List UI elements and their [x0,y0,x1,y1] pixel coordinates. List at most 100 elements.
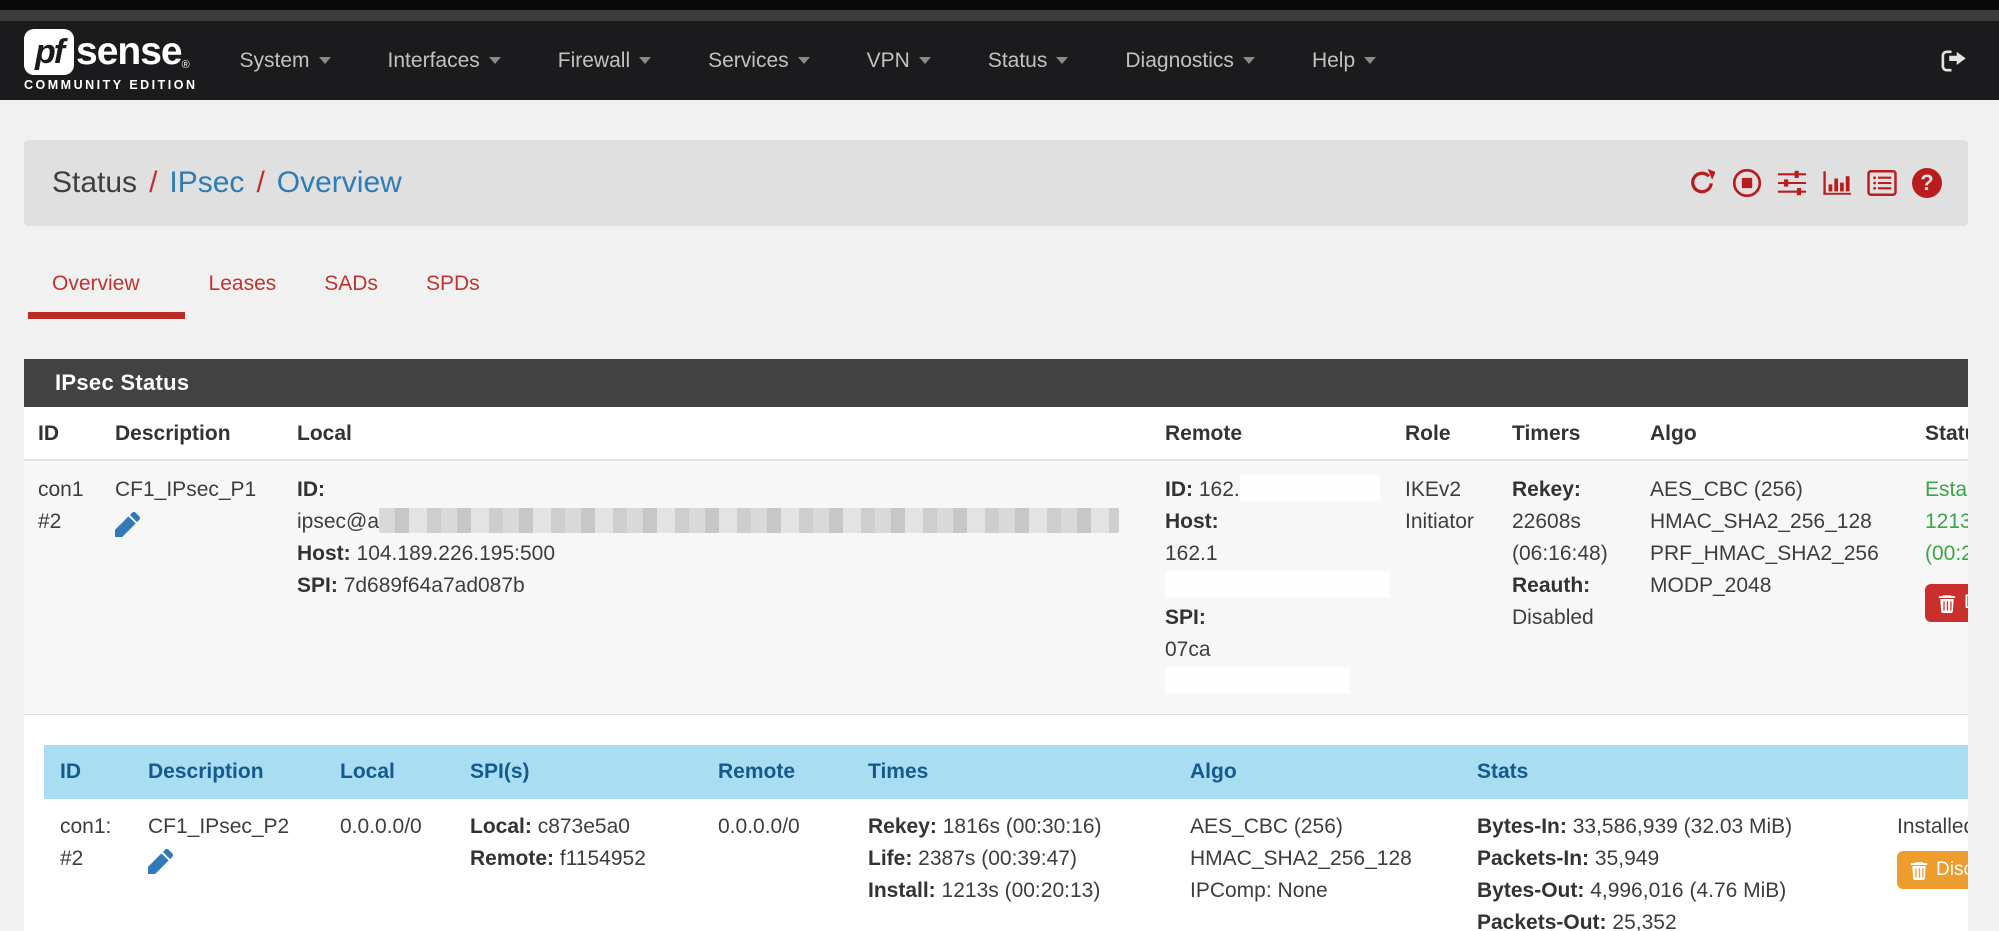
remote-host-value: 162.1 [1165,542,1218,565]
logo-tagline: COMMUNITY EDITION [24,78,198,92]
redacted-blur [379,508,1119,533]
conn-index: #2 [60,843,128,875]
breadcrumb-link-ipsec[interactable]: IPsec [169,166,244,200]
algo-hash: HMAC_SHA2_256_128 [1650,506,1905,538]
menu-help[interactable]: Help [1312,49,1376,73]
cell-description: CF1_IPsec_P2 [138,799,330,931]
menu-firewall[interactable]: Firewall [558,49,651,73]
redacted-blur [1240,475,1380,502]
window-sub-strip [0,10,1999,21]
list-box-icon[interactable] [1867,168,1897,198]
status-tabs: Overview Leases SADs SPDs [24,262,1968,319]
window-top-strip [0,0,1999,10]
remote-id-value: 162. [1199,478,1240,501]
breadcrumb-separator: / [256,166,264,200]
time-label: Life: [868,847,912,870]
menu-system[interactable]: System [240,49,331,73]
cell-role: IKEv2 Initiator [1395,460,1502,715]
cell-times: Rekey: 1816s (00:30:16) Life: 2387s (00:… [858,799,1180,931]
cell-status: Establ 1213 s (00:20 Dis [1915,460,1968,715]
cell-algo: AES_CBC (256) HMAC_SHA2_256_128 IPComp: … [1180,799,1467,931]
disconnect-p2-button[interactable]: Disco [1897,851,1968,889]
col-stats: Stats [1467,745,1887,799]
stop-icon[interactable] [1732,168,1762,198]
cell-status: Installed Disco [1887,799,1968,931]
local-id-value: ipsec@a [297,510,379,533]
bar-chart-icon[interactable] [1822,168,1852,198]
ipsec-status-panel: IPsec Status ID Description Local Remote… [24,359,1968,931]
page-content: Status / IPsec / Overview [24,140,1968,931]
stat-label: Bytes-In: [1477,815,1567,838]
col-status [1887,745,1968,799]
local-spi-label: SPI: [297,574,338,597]
rekey-label: Rekey: [1512,478,1581,501]
disconnect-p1-button[interactable]: Dis [1925,584,1968,622]
menu-label: Diagnostics [1125,49,1234,73]
stat-value: 25,352 [1612,911,1676,931]
caret-down-icon [639,57,651,64]
algo-dh: MODP_2048 [1650,570,1905,602]
conn-id: con1: [60,811,128,843]
pencil-icon[interactable] [148,849,173,884]
spi-local-label: Local: [470,815,532,838]
status-time: (00:20 [1925,538,1968,570]
help-icon[interactable]: ? [1912,168,1942,198]
tab-leases[interactable]: Leases [185,262,301,319]
menu-services[interactable]: Services [708,49,810,73]
menu-status[interactable]: Status [988,49,1069,73]
menu-label: Firewall [558,49,630,73]
breadcrumb-link-overview[interactable]: Overview [277,166,402,200]
child-header-row: ID Description Local SPI(s) Remote Times… [44,745,1968,799]
col-algo: Algo [1640,407,1915,460]
menu-label: Status [988,49,1048,73]
tab-sads[interactable]: SADs [300,262,402,319]
reauth-value: Disabled [1512,602,1630,634]
menu-label: VPN [867,49,910,73]
col-local: Local [287,407,1155,460]
stat-value: 35,949 [1595,847,1659,870]
cell-description: CF1_IPsec_P1 [105,460,287,715]
local-host-label: Host: [297,542,351,565]
time-label: Rekey: [868,815,937,838]
pencil-icon[interactable] [115,512,140,547]
time-value: 2387s (00:39:47) [918,847,1077,870]
refresh-icon[interactable] [1687,168,1717,198]
conn-description: CF1_IPsec_P2 [148,811,320,843]
disconnect-label: Dis [1964,592,1968,614]
spi-remote-value: f1154952 [560,847,646,870]
tab-spds[interactable]: SPDs [402,262,504,319]
col-algo: Algo [1180,745,1467,799]
cell-spis: Local: c873e5a0 Remote: f1154952 [460,799,708,931]
reauth-label: Reauth: [1512,574,1590,597]
role-value: Initiator [1405,506,1492,538]
col-timers: Timers [1502,407,1640,460]
sliders-icon[interactable] [1777,168,1807,198]
col-remote: Remote [708,745,858,799]
col-local: Local [330,745,460,799]
tab-overview[interactable]: Overview [28,262,185,319]
pfsense-logo[interactable]: pf sense ® COMMUNITY EDITION [24,29,198,92]
redacted-blur [1165,571,1390,598]
disconnect-label: Disco [1936,859,1968,881]
menu-diagnostics[interactable]: Diagnostics [1125,49,1255,73]
cell-local: ID: ipsec@a Host: 104.189.226.195:500 SP… [287,460,1155,715]
spi-remote-label: Remote: [470,847,554,870]
remote-spi-label: SPI: [1165,606,1206,629]
cell-algo: AES_CBC (256) HMAC_SHA2_256_128 PRF_HMAC… [1640,460,1915,715]
menu-label: Help [1312,49,1355,73]
logo-wordmark: sense [76,30,182,74]
menu-vpn[interactable]: VPN [867,49,931,73]
spi-local-value: c873e5a0 [538,815,630,838]
rekey-value: 22608s [1512,506,1630,538]
menu-interfaces[interactable]: Interfaces [388,49,501,73]
logout-icon[interactable] [1941,47,1969,75]
col-id: ID [24,407,105,460]
stat-value: 4,996,016 (4.76 MiB) [1590,879,1786,902]
child-sa-section: ID Description Local SPI(s) Remote Times… [44,745,1968,931]
conn-id: con1 [38,474,95,506]
remote-spi-value: 07ca [1165,638,1211,661]
caret-down-icon [1364,57,1376,64]
registered-mark: ® [182,59,190,71]
cell-remote: 0.0.0.0/0 [708,799,858,931]
stat-value: 33,586,939 (32.03 MiB) [1573,815,1792,838]
